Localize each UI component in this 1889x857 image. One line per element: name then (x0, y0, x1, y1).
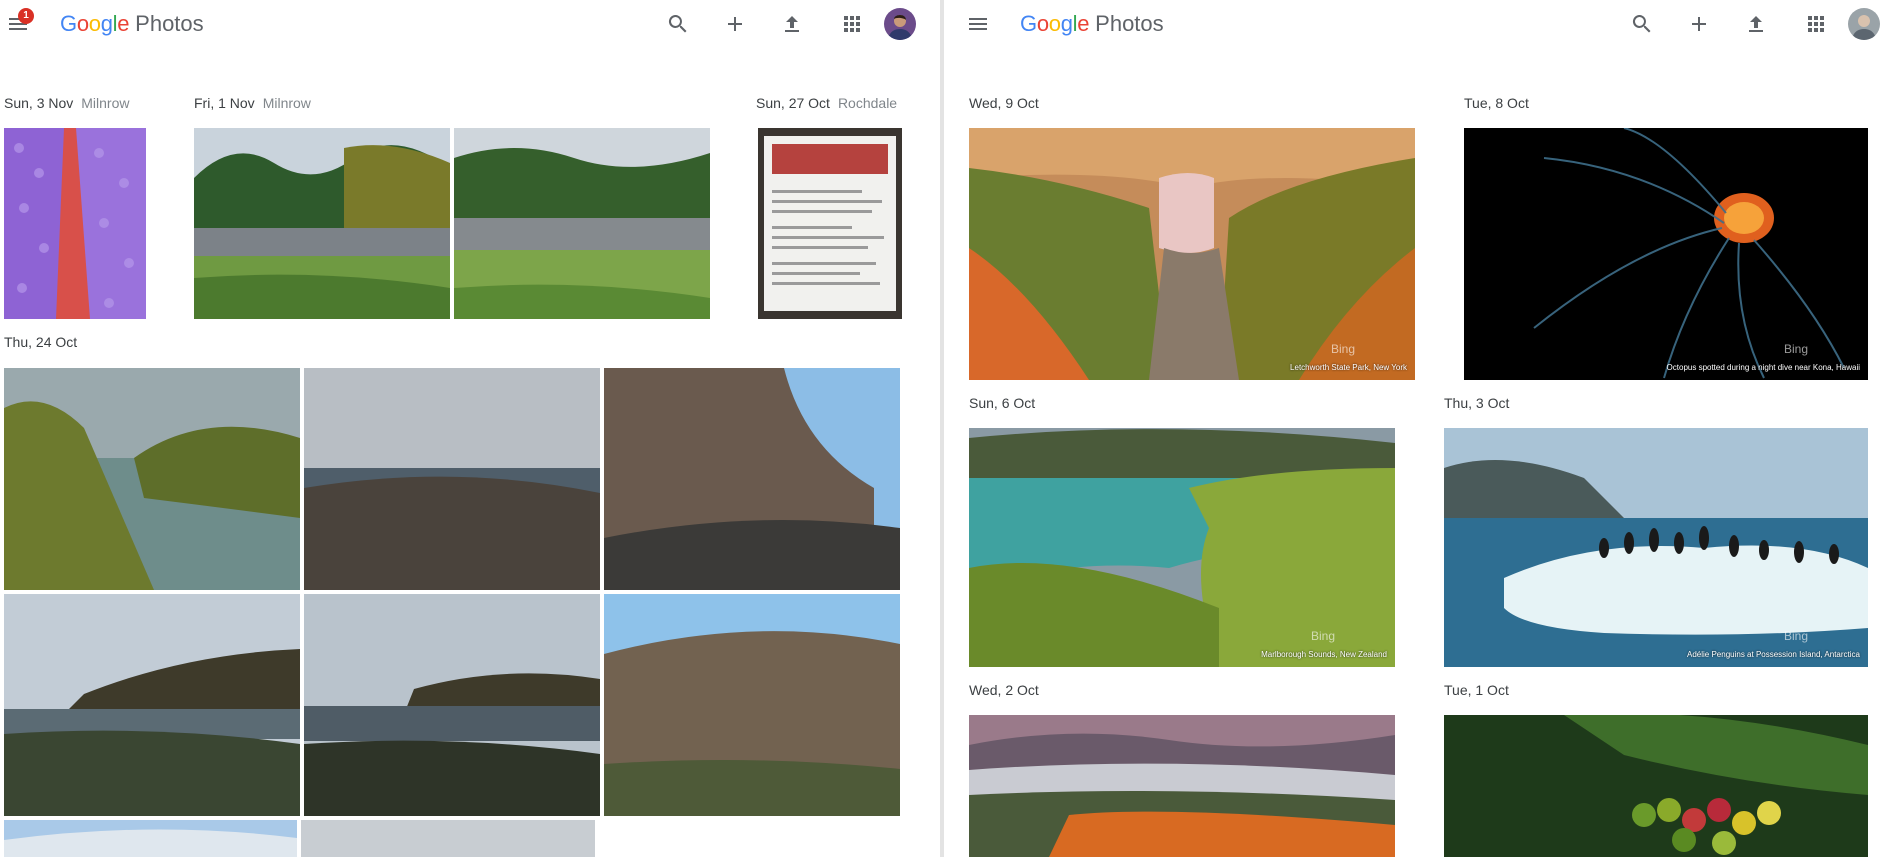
photo-thumbnail[interactable] (454, 128, 710, 319)
right-window: Google Photos Wed, 9 Oct Tue, 8 Oct Sun,… (944, 0, 1889, 857)
google-photos-logo[interactable]: Google Photos (60, 10, 204, 38)
photo-thumbnail[interactable] (4, 128, 146, 319)
basalt-columns-image (604, 594, 900, 816)
photo-thumbnail[interactable] (604, 594, 900, 816)
photo-caption: Marlborough Sounds, New Zealand (1261, 650, 1387, 659)
photo-thumbnail[interactable]: Bing Octopus spotted during a night dive… (1464, 128, 1868, 380)
date-group-tue-1-oct: Tue, 1 Oct (1444, 681, 1509, 699)
coast-headland-image (304, 594, 600, 816)
main-menu-button[interactable]: 1 (6, 8, 34, 36)
search-button[interactable] (1630, 12, 1654, 36)
date-text: Thu, 3 Oct (1444, 395, 1510, 411)
add-icon (728, 17, 742, 31)
date-text: Fri, 1 Nov (194, 95, 255, 111)
photo-thumbnail[interactable] (758, 128, 902, 319)
top-app-bar: Google Photos (944, 0, 1889, 48)
knitted-scarf-image (4, 128, 146, 319)
create-button[interactable] (723, 12, 747, 36)
avatar-image (1848, 8, 1880, 40)
photo-thumbnail[interactable] (194, 128, 450, 319)
photo-thumbnail[interactable] (304, 368, 600, 590)
date-text: Sun, 27 Oct (756, 95, 830, 111)
upload-icon (785, 16, 799, 32)
location-link[interactable]: Rochdale (838, 95, 897, 111)
logo-google-wordmark: Google (60, 11, 130, 36)
add-icon (1692, 17, 1706, 31)
date-group-wed-2-oct: Wed, 2 Oct (969, 681, 1039, 699)
roadside-grass-image (194, 128, 450, 319)
date-group-thu-24-oct: Thu, 24 Oct (4, 333, 77, 351)
logo-google-wordmark: Google (1020, 11, 1090, 36)
photo-caption: Adélie Penguins at Possession Island, An… (1687, 650, 1860, 659)
photo-thumbnail[interactable]: Bing Letchworth State Park, New York (969, 128, 1415, 380)
date-text: Tue, 8 Oct (1464, 95, 1529, 111)
coffee-cherries-image (1444, 715, 1868, 857)
photo-caption: Letchworth State Park, New York (1290, 363, 1407, 372)
coast-headland-image (4, 594, 300, 816)
misty-mountains-image (969, 715, 1395, 857)
photo-thumbnail[interactable] (4, 820, 297, 857)
date-group-sun-3-nov: Sun, 3 Nov Milnrow (4, 94, 130, 112)
photo-caption: Octopus spotted during a night dive near… (1666, 363, 1860, 372)
rocky-shore-image (304, 368, 600, 590)
create-button[interactable] (1687, 12, 1711, 36)
photo-thumbnail[interactable]: Bing Marlborough Sounds, New Zealand (969, 428, 1395, 667)
sky-image (301, 820, 595, 857)
account-avatar[interactable] (1848, 8, 1880, 40)
location-link[interactable]: Milnrow (81, 95, 129, 111)
bing-watermark: Bing (1310, 629, 1335, 643)
text-display-image (758, 128, 902, 319)
photo-thumbnail[interactable] (4, 594, 300, 816)
photo-thumbnail[interactable] (301, 820, 595, 857)
coastal-cliffs-image (4, 368, 300, 590)
date-text: Wed, 2 Oct (969, 682, 1039, 698)
date-group-sun-27-oct: Sun, 27 Oct Rochdale (756, 94, 897, 112)
logo-photos-text: Photos (1095, 11, 1164, 36)
top-app-bar: 1 Google Photos (0, 0, 940, 48)
upload-icon (1749, 16, 1763, 32)
date-text: Wed, 9 Oct (969, 95, 1039, 111)
google-apps-button[interactable] (840, 12, 864, 36)
bing-watermark: Bing (1783, 342, 1808, 356)
photo-thumbnail[interactable]: Bing Adélie Penguins at Possession Islan… (1444, 428, 1868, 667)
photo-thumbnail[interactable] (4, 368, 300, 590)
google-apps-button[interactable] (1804, 12, 1828, 36)
apps-icon (844, 16, 860, 32)
bing-watermark: Bing (1783, 629, 1808, 643)
main-menu-button[interactable] (966, 12, 990, 36)
search-icon (1632, 15, 1651, 33)
date-text: Thu, 24 Oct (4, 334, 78, 350)
photo-thumbnail[interactable] (304, 594, 600, 816)
upload-button[interactable] (1744, 12, 1768, 36)
date-text: Sun, 6 Oct (969, 395, 1036, 411)
date-group-thu-3-oct: Thu, 3 Oct (1444, 394, 1509, 412)
google-photos-logo[interactable]: Google Photos (1020, 10, 1164, 38)
screen: 1 Google Photos Sun, 3 Nov Milnrow Fri, … (0, 0, 1889, 857)
hamburger-menu-icon (969, 18, 987, 30)
avatar-image (884, 8, 916, 40)
account-avatar[interactable] (884, 8, 916, 40)
date-text: Tue, 1 Oct (1444, 682, 1509, 698)
bing-watermark: Bing (1330, 342, 1355, 356)
date-group-tue-8-oct: Tue, 8 Oct (1464, 94, 1529, 112)
upload-button[interactable] (780, 12, 804, 36)
search-icon (668, 15, 687, 33)
search-button[interactable] (666, 12, 690, 36)
photo-thumbnail[interactable] (969, 715, 1395, 857)
basalt-columns-image (604, 368, 900, 590)
apps-icon (1808, 16, 1824, 32)
date-group-sun-6-oct: Sun, 6 Oct (969, 394, 1035, 412)
left-window: 1 Google Photos Sun, 3 Nov Milnrow Fri, … (0, 0, 940, 857)
sky-image (4, 820, 297, 857)
logo-photos-text: Photos (135, 11, 204, 36)
location-link[interactable]: Milnrow (263, 95, 311, 111)
notification-badge: 1 (18, 8, 34, 24)
date-group-wed-9-oct: Wed, 9 Oct (969, 94, 1039, 112)
photo-thumbnail[interactable] (1444, 715, 1868, 857)
photo-thumbnail[interactable] (604, 368, 900, 590)
date-group-fri-1-nov: Fri, 1 Nov Milnrow (194, 94, 311, 112)
roadside-grass-image (454, 128, 710, 319)
date-text: Sun, 3 Nov (4, 95, 74, 111)
